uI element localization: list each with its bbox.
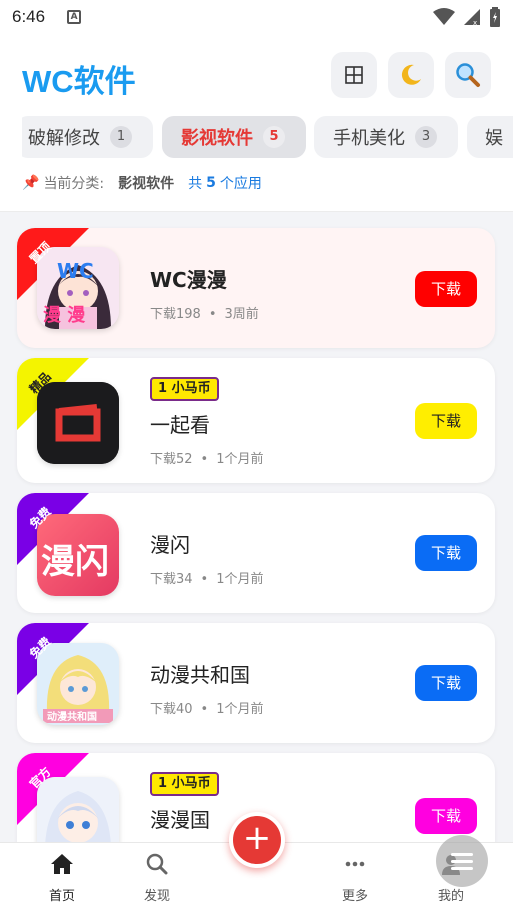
anime-girl-icon: WC 漫 漫 <box>37 247 119 329</box>
tab-crack-mod[interactable]: 破解修改 1 <box>22 116 153 158</box>
app-name: 动漫共和国 <box>150 663 250 687</box>
category-info: 📌 当前分类: 影视软件 共 5 个应用 <box>22 173 262 193</box>
icon-text: WC <box>57 259 94 283</box>
status-bar: 6:46 A x <box>0 0 513 34</box>
download-count: 下载34 <box>150 572 193 587</box>
app-name: 漫闪 <box>150 533 190 557</box>
app-name: 漫漫国 <box>150 808 210 832</box>
nav-home-label: 首页 <box>48 889 75 904</box>
tab-entertainment[interactable]: 娱 <box>467 116 513 158</box>
search-icon <box>456 63 480 87</box>
pin-icon: 📌 <box>22 175 40 191</box>
grid-view-button[interactable] <box>331 52 377 98</box>
app-meta: 下载40 • 1个月前 <box>150 702 264 717</box>
tab-label: 影视软件 <box>181 128 253 149</box>
icon-text: 漫闪 <box>41 542 109 582</box>
coin-badge: 1 小马币 <box>150 377 219 401</box>
menu-line <box>451 866 473 870</box>
download-count: 下载40 <box>150 702 193 717</box>
download-count: 下载52 <box>150 452 193 467</box>
header: WC软件 破解修改 1 影视软件 5 手机美化 3 娱 📌 当前分类: 影视软件… <box>0 34 513 212</box>
total-count: 5 <box>206 175 216 191</box>
notification-icon: A <box>67 10 82 24</box>
total-suffix: 个应用 <box>219 176 262 192</box>
tab-count: 1 <box>110 126 132 148</box>
download-button[interactable]: 下载 <box>415 665 477 701</box>
menu-line <box>451 852 473 856</box>
app-title: WC软件 <box>22 64 136 99</box>
update-time: 1个月前 <box>216 452 264 467</box>
download-button[interactable]: 下载 <box>415 798 477 834</box>
download-button[interactable]: 下载 <box>415 403 477 439</box>
dark-mode-button[interactable] <box>388 52 434 98</box>
add-button[interactable]: + <box>229 812 285 868</box>
tab-count: 5 <box>263 126 285 148</box>
search-icon <box>146 853 168 875</box>
download-count: 下载198 <box>150 307 201 322</box>
download-button[interactable]: 下载 <box>415 271 477 307</box>
menu-line <box>451 859 473 863</box>
coin-badge: 1 小马币 <box>150 772 219 796</box>
app-card[interactable]: 漫闪 免费 漫闪 下载34 • 1个月前 下载 <box>17 493 495 613</box>
moon-icon <box>401 64 421 85</box>
app-card[interactable]: WC 漫 漫 置顶 WC漫漫 下载198 • 3周前 下载 <box>17 228 495 348</box>
icon-text: 动漫共和国 <box>47 712 97 723</box>
update-time: 3周前 <box>224 307 259 322</box>
nav-mine-label: 我的 <box>437 889 464 904</box>
current-category: 影视软件 <box>118 176 175 192</box>
tv-icon <box>37 382 119 464</box>
app-name: 一起看 <box>150 413 210 437</box>
app-card[interactable]: 精品 1 小马币 一起看 下载52 • 1个月前 下载 <box>17 358 495 483</box>
tab-phone-beautify[interactable]: 手机美化 3 <box>314 116 458 158</box>
home-icon <box>51 854 73 874</box>
category-tabs: 破解修改 1 影视软件 5 手机美化 3 娱 <box>22 116 513 158</box>
icon-text-2: 漫 漫 <box>43 305 86 326</box>
download-button[interactable]: 下载 <box>415 535 477 571</box>
update-time: 1个月前 <box>216 702 264 717</box>
app-meta: 下载34 • 1个月前 <box>150 572 264 587</box>
app-name: WC漫漫 <box>150 268 227 292</box>
tab-label: 破解修改 <box>28 128 100 149</box>
wifi-icon <box>433 8 455 25</box>
app-meta: 下载198 • 3周前 <box>150 307 259 322</box>
status-time: 6:46 <box>12 7 46 26</box>
anime-boy-icon: 动漫共和国 <box>37 643 119 725</box>
manshan-icon: 漫闪 <box>37 514 119 596</box>
search-button[interactable] <box>445 52 491 98</box>
nav-discover-label: 发现 <box>143 889 170 904</box>
tab-label: 娱 <box>485 128 503 149</box>
signal-icon: x <box>464 9 480 26</box>
floating-menu-button[interactable] <box>436 835 488 887</box>
app-card[interactable]: 动漫共和国 免费 动漫共和国 下载40 • 1个月前 下载 <box>17 623 495 743</box>
app-meta: 下载52 • 1个月前 <box>150 452 264 467</box>
tab-count: 3 <box>415 126 437 148</box>
tab-label: 手机美化 <box>333 128 405 149</box>
total-prefix: 共 <box>188 176 203 192</box>
update-time: 1个月前 <box>216 572 264 587</box>
more-dots-icon <box>345 861 365 867</box>
grid-icon <box>345 66 363 84</box>
svg-text:x: x <box>473 19 477 26</box>
nav-home[interactable]: 首页 <box>32 853 92 904</box>
nav-more[interactable]: 更多 <box>325 853 385 904</box>
nav-discover[interactable]: 发现 <box>127 853 187 904</box>
status-indicators: x <box>433 7 501 27</box>
battery-icon <box>490 7 500 27</box>
nav-more-label: 更多 <box>341 889 368 904</box>
tab-video-apps[interactable]: 影视软件 5 <box>162 116 306 158</box>
current-category-label: 当前分类: <box>43 176 105 192</box>
